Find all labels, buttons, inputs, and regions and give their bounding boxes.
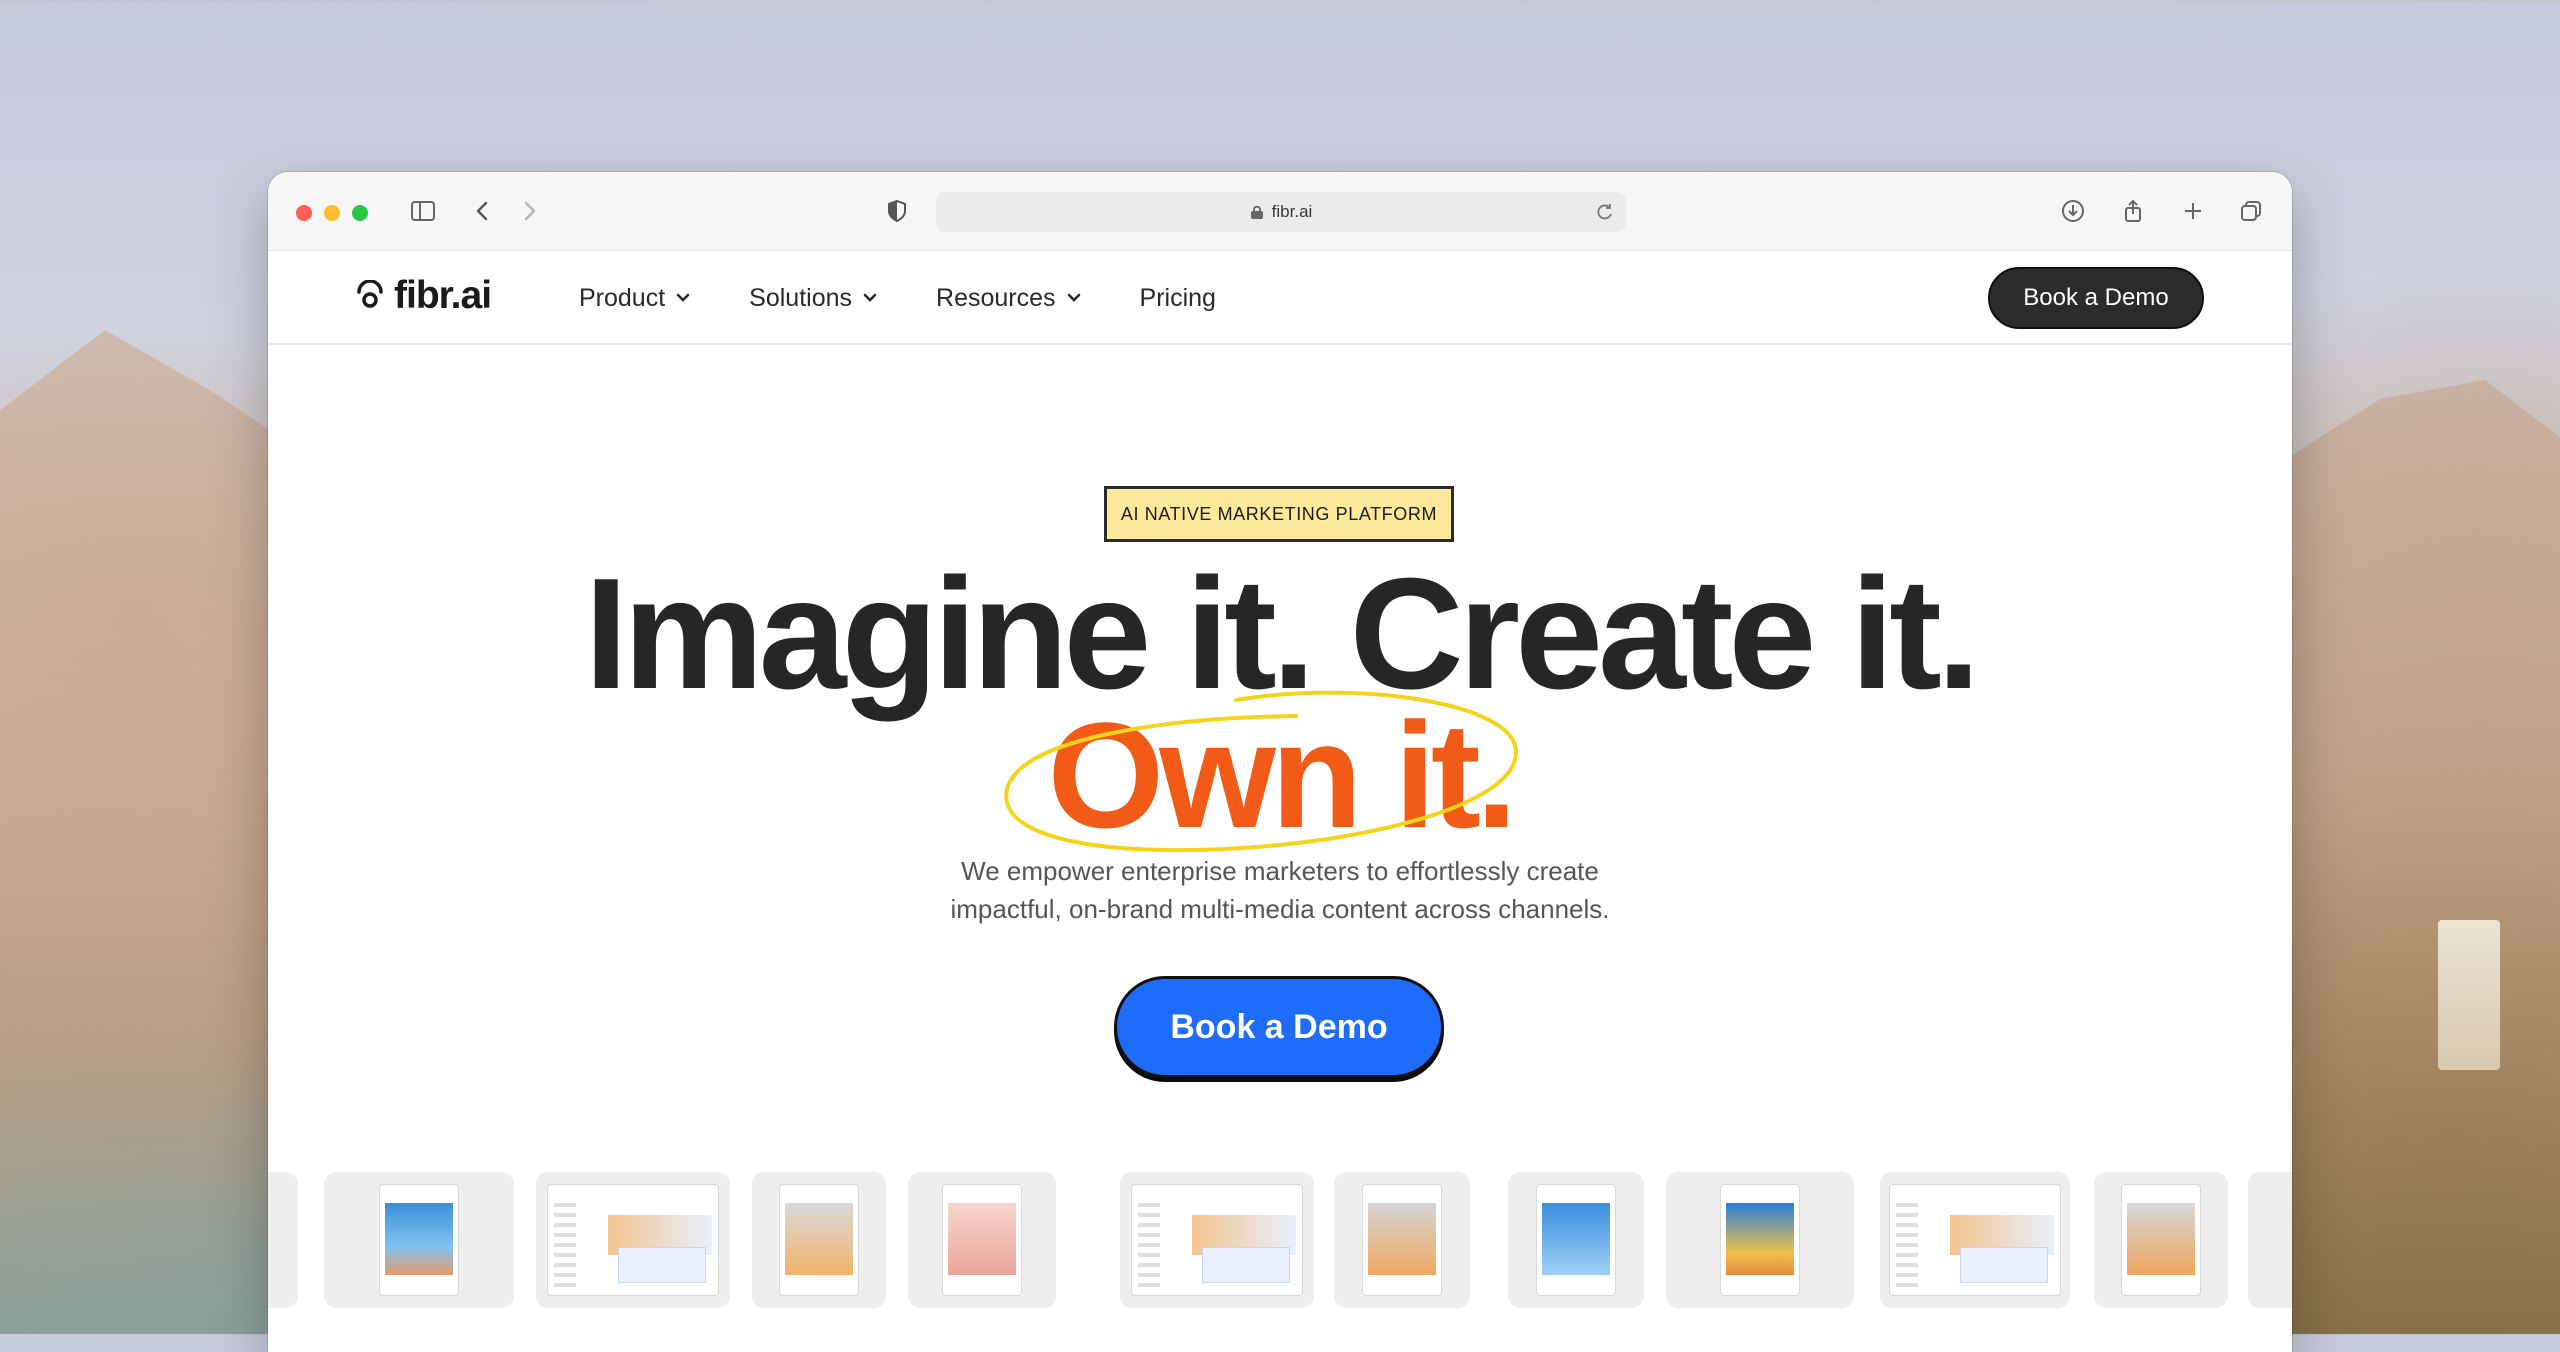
template-thumbnail[interactable]: [1120, 1172, 1314, 1308]
back-icon[interactable]: [466, 194, 500, 228]
template-thumbnail[interactable]: [1880, 1172, 2070, 1308]
logo-text: fibr.ai: [394, 274, 492, 317]
nav-pricing[interactable]: Pricing: [1140, 284, 1216, 313]
template-carousel: [268, 1172, 2292, 1312]
background-mountain-right: [2260, 380, 2560, 1334]
privacy-shield-icon[interactable]: [880, 194, 914, 228]
main-menu: Product Solutions Resources Pricing: [579, 278, 1274, 318]
share-icon[interactable]: [2116, 194, 2150, 228]
new-tab-icon[interactable]: [2176, 194, 2210, 228]
hero-description-line1: We empower enterprise marketers to effor…: [961, 856, 1599, 886]
background-tower: [2438, 920, 2500, 1070]
template-thumbnail[interactable]: [324, 1172, 514, 1308]
nav-resources-label: Resources: [936, 283, 1056, 312]
template-thumbnail[interactable]: [536, 1172, 730, 1308]
nav-solutions-label: Solutions: [749, 283, 853, 312]
nav-product[interactable]: Product: [579, 284, 691, 313]
address-bar[interactable]: fibr.ai: [936, 192, 1626, 232]
template-thumbnail[interactable]: [268, 1172, 298, 1308]
sidebar-toggle-icon[interactable]: [406, 194, 440, 228]
nav-book-demo-button[interactable]: Book a Demo: [1988, 267, 2204, 329]
nav-solutions[interactable]: Solutions: [749, 284, 878, 313]
download-icon[interactable]: [2056, 194, 2090, 228]
highlight-scribble: [1004, 690, 1519, 853]
template-thumbnail[interactable]: [908, 1172, 1056, 1308]
hero-badge: AI NATIVE MARKETING PLATFORM: [1104, 486, 1454, 542]
hero-book-demo-button[interactable]: Book a Demo: [1114, 976, 1444, 1078]
template-thumbnail[interactable]: [1508, 1172, 1644, 1308]
hero-description-line2: impactful, on-brand multi-media content …: [950, 894, 1610, 924]
fibr-logo-icon: [357, 280, 383, 308]
nav-pricing-label: Pricing: [1139, 283, 1216, 312]
tab-overview-icon[interactable]: [2234, 194, 2268, 228]
nav-product-label: Product: [579, 283, 666, 312]
lock-icon: [1250, 204, 1264, 220]
template-thumbnail[interactable]: [2248, 1172, 2292, 1308]
reload-icon[interactable]: [1592, 199, 1618, 225]
url-text: fibr.ai: [1271, 202, 1313, 221]
browser-window: fibr.ai fibr.ai Product Solutions Resour…: [268, 172, 2292, 1352]
nav-resources[interactable]: Resources: [936, 284, 1082, 313]
fibr-logo[interactable]: fibr.ai: [354, 273, 492, 319]
template-thumbnail[interactable]: [2094, 1172, 2228, 1308]
site-navbar: fibr.ai Product Solutions Resources Pric…: [268, 251, 2292, 345]
zoom-window-button[interactable]: [352, 205, 368, 221]
template-thumbnail[interactable]: [1334, 1172, 1470, 1308]
background-mountain-left: [0, 330, 300, 1334]
close-window-button[interactable]: [296, 205, 312, 221]
minimize-window-button[interactable]: [324, 205, 340, 221]
browser-toolbar: fibr.ai: [268, 172, 2292, 251]
chevron-down-icon: [862, 292, 878, 304]
chevron-down-icon: [1066, 292, 1082, 304]
forward-icon[interactable]: [512, 194, 546, 228]
chevron-down-icon: [675, 292, 691, 304]
template-thumbnail[interactable]: [1666, 1172, 1854, 1308]
template-thumbnail[interactable]: [752, 1172, 886, 1308]
hero-description: We empower enterprise marketers to effor…: [268, 852, 2292, 928]
